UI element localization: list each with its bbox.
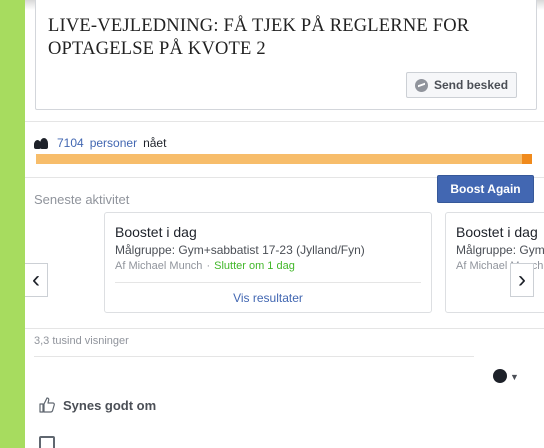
divider: [34, 356, 474, 357]
view-results-link[interactable]: Vis resultater: [105, 291, 431, 305]
views-count: 3,3 tusind visninger: [34, 335, 129, 347]
avatar[interactable]: [493, 369, 507, 383]
activity-heading: Boostet i dag: [115, 224, 197, 240]
chevron-left-icon: ‹: [32, 266, 40, 293]
reach-count[interactable]: 7104: [57, 136, 84, 150]
chevron-right-icon: ›: [518, 266, 526, 293]
divider: [25, 328, 544, 329]
reach-progress-end: [522, 154, 532, 164]
recent-activity-label: Seneste aktivitet: [34, 192, 130, 207]
comment-icon[interactable]: [39, 436, 55, 448]
activity-heading: Boostet i dag: [456, 224, 538, 240]
activity-author: Af Michael Munch: [115, 260, 203, 272]
messenger-icon: [415, 78, 428, 92]
reach-unit[interactable]: personer: [90, 136, 137, 150]
post-title: LIVE-VEJLEDNING: FÅ TJEK PÅ REGLERNE FOR…: [48, 16, 470, 59]
send-message-button[interactable]: Send besked: [406, 72, 518, 98]
activity-byline: Af Michael Munch · Slutter om 1 dag: [115, 260, 295, 272]
activity-target: Målgruppe: Gym+sabbatist 17-23 (Jylland/…: [115, 243, 365, 257]
send-message-label: Send besked: [434, 78, 509, 92]
divider: [115, 282, 421, 283]
activity-target: Målgruppe: Gym+sabbatist 17-23 (Jylland/…: [456, 243, 544, 257]
like-button[interactable]: Synes godt om: [39, 397, 156, 413]
people-icon: [34, 137, 51, 149]
carousel-next-button[interactable]: ›: [510, 263, 534, 297]
thumbs-up-icon: [39, 397, 55, 413]
boost-again-button[interactable]: Boost Again: [437, 175, 534, 203]
activity-ends: Slutter om 1 dag: [214, 260, 295, 272]
post-preview: LIVE-VEJLEDNING: FÅ TJEK PÅ REGLERNE FOR…: [35, 0, 537, 110]
reach-suffix: nået: [143, 136, 167, 150]
divider: [25, 121, 544, 122]
reach-progress-bar: [36, 154, 532, 164]
carousel-prev-button[interactable]: ‹: [25, 263, 48, 297]
like-label: Synes godt om: [63, 397, 157, 413]
boost-post-panel: LIVE-VEJLEDNING: FÅ TJEK PÅ REGLERNE FOR…: [25, 0, 544, 448]
chevron-down-icon[interactable]: ▼: [510, 372, 519, 382]
reach-summary: 7104 personer nået: [34, 136, 166, 150]
activity-card: Boostet i dag Målgruppe: Gym+sabbatist 1…: [104, 212, 432, 313]
